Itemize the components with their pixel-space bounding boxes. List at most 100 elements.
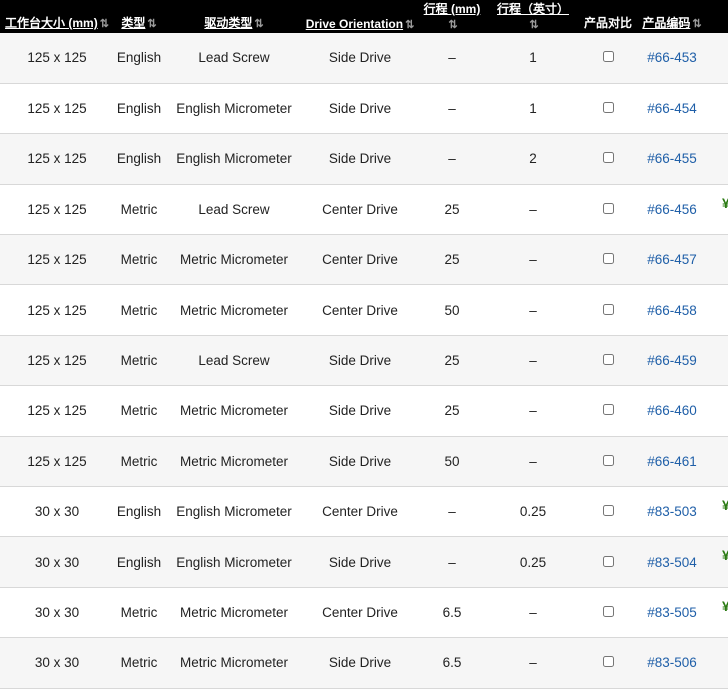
cell-drive-type: Metric Micrometer — [179, 403, 288, 419]
cell-compare — [578, 436, 638, 486]
product-code-link[interactable]: #83-504 — [647, 555, 697, 570]
product-code-link[interactable]: #83-503 — [647, 504, 697, 519]
price-overflow-fragment: ¥ — [722, 547, 728, 563]
cell-overflow — [706, 335, 728, 385]
cell-travel-mm: 50 — [444, 302, 460, 318]
table-row: 125 x 125 Metric Lead Screw Side Drive 25 – #6… — [0, 335, 728, 386]
cell-drive-orientation: Side Drive — [328, 50, 392, 66]
product-code-link[interactable]: #66-456 — [647, 202, 697, 217]
compare-checkbox[interactable] — [602, 253, 614, 265]
compare-checkbox[interactable] — [602, 102, 614, 114]
cell-drive-type: Metric Micrometer — [179, 453, 288, 469]
product-code-link[interactable]: #66-458 — [647, 303, 697, 318]
header-drive-type-label: 驱动类型 — [204, 16, 253, 30]
cell-compare — [578, 33, 638, 83]
table-row: 125 x 125 English English Micrometer Side D… — [0, 83, 728, 134]
header-type[interactable]: 类型 ⇅ — [114, 0, 164, 33]
product-code-link[interactable]: #66-459 — [647, 353, 697, 368]
header-drive-orientation-label: Drive Orientation — [305, 17, 404, 31]
sort-arrows-icon[interactable]: ⇅ — [100, 18, 109, 30]
cell-product-code: #83-504 — [638, 537, 706, 587]
compare-checkbox[interactable] — [602, 354, 614, 366]
cell-compare — [578, 335, 638, 385]
cell-drive-type: English Micrometer — [176, 554, 292, 570]
product-code-link[interactable]: #66-454 — [647, 101, 697, 116]
header-overflow — [706, 0, 728, 33]
table-row: 125 x 125 English Lead Screw Side Drive – 1 #6… — [0, 33, 728, 84]
product-code-link[interactable]: #66-457 — [647, 252, 697, 267]
cell-overflow — [706, 134, 728, 184]
cell-stage-size: 125 x 125 — [27, 252, 87, 268]
compare-checkbox[interactable] — [602, 656, 614, 668]
cell-overflow — [706, 235, 728, 285]
product-table: 工作台大小 (mm) ⇅ 类型 ⇅ 驱动类型 ⇅ Drive Orientation ⇅… — [0, 0, 728, 689]
header-stage-size-label: 工作台大小 (mm) — [5, 16, 98, 30]
compare-checkbox[interactable] — [602, 51, 614, 63]
cell-stage-size: 125 x 125 — [27, 302, 87, 318]
cell-compare — [578, 285, 638, 335]
cell-travel-in: – — [529, 252, 537, 268]
cell-type: English — [116, 554, 162, 570]
product-code-link[interactable]: #83-506 — [647, 655, 697, 670]
cell-stage-size: 125 x 125 — [27, 50, 87, 66]
compare-checkbox[interactable] — [602, 454, 614, 466]
cell-type: English — [116, 50, 162, 66]
cell-compare — [578, 587, 638, 637]
header-travel-mm-label: 行程 (mm) — [423, 2, 481, 16]
header-travel-mm[interactable]: 行程 (mm) ⇅ — [416, 0, 488, 33]
cell-travel-in: 2 — [529, 151, 537, 167]
cell-product-code: #83-506 — [638, 638, 706, 688]
cell-type: Metric — [120, 403, 158, 419]
cell-type: Metric — [120, 201, 158, 217]
compare-checkbox[interactable] — [602, 505, 614, 517]
compare-checkbox[interactable] — [602, 152, 614, 164]
product-code-link[interactable]: #66-460 — [647, 403, 697, 418]
cell-travel-mm: 50 — [444, 453, 460, 469]
sort-arrows-icon[interactable]: ⇅ — [490, 17, 578, 33]
cell-travel-mm: 25 — [444, 353, 460, 369]
sort-arrows-icon[interactable]: ⇅ — [418, 17, 488, 33]
cell-product-code: #66-459 — [638, 335, 706, 385]
sort-arrows-icon[interactable]: ⇅ — [147, 18, 156, 30]
cell-product-code: #66-458 — [638, 285, 706, 335]
compare-checkbox[interactable] — [602, 202, 614, 214]
sort-arrows-icon[interactable]: ⇅ — [254, 18, 263, 30]
cell-type: English — [116, 101, 162, 117]
table-row: 125 x 125 Metric Metric Micrometer Side Dri… — [0, 436, 728, 487]
sort-arrows-icon[interactable]: ⇅ — [405, 19, 414, 31]
cell-travel-mm: 25 — [444, 403, 460, 419]
cell-drive-orientation: Side Drive — [328, 353, 392, 369]
cell-travel-in: – — [529, 201, 537, 217]
cell-compare — [578, 134, 638, 184]
header-drive-orientation[interactable]: Drive Orientation ⇅ — [304, 0, 416, 33]
product-code-link[interactable]: #83-505 — [647, 605, 697, 620]
cell-type: Metric — [120, 604, 158, 620]
table-row: 125 x 125 Metric Metric Micrometer Center D… — [0, 234, 728, 285]
compare-checkbox[interactable] — [602, 303, 614, 315]
price-overflow-fragment: ¥ — [722, 598, 728, 614]
cell-travel-mm: 25 — [444, 201, 460, 217]
cell-drive-orientation: Center Drive — [322, 604, 398, 620]
cell-drive-type: Lead Screw — [198, 201, 270, 217]
product-code-link[interactable]: #66-453 — [647, 50, 697, 65]
compare-checkbox[interactable] — [602, 555, 614, 567]
compare-checkbox[interactable] — [602, 605, 614, 617]
product-code-link[interactable]: #66-461 — [647, 454, 697, 469]
sort-arrows-icon[interactable]: ⇅ — [692, 18, 701, 30]
header-travel-in[interactable]: 行程（英寸） ⇅ — [488, 0, 578, 33]
cell-travel-in: – — [529, 655, 537, 671]
cell-compare — [578, 638, 638, 688]
header-travel-in-label: 行程（英寸） — [496, 2, 569, 16]
cell-compare — [578, 184, 638, 234]
cell-product-code: #66-453 — [638, 33, 706, 83]
header-product-code[interactable]: 产品编码 ⇅ — [638, 0, 706, 33]
compare-checkbox[interactable] — [602, 404, 614, 416]
header-compare: 产品对比 — [578, 0, 638, 33]
header-stage-size[interactable]: 工作台大小 (mm) ⇅ — [0, 0, 114, 33]
product-code-link[interactable]: #66-455 — [647, 151, 697, 166]
cell-type: Metric — [120, 353, 158, 369]
header-drive-type[interactable]: 驱动类型 ⇅ — [164, 0, 304, 33]
cell-compare — [578, 235, 638, 285]
header-type-label: 类型 — [121, 16, 146, 30]
cell-type: Metric — [120, 302, 158, 318]
